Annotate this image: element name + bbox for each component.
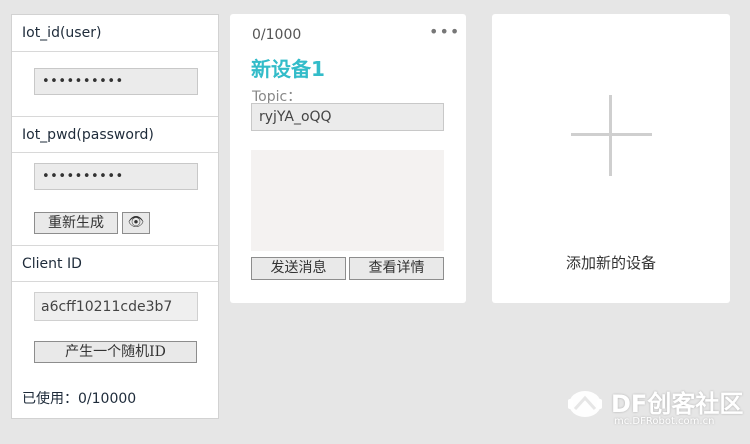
eye-icon: 👁 xyxy=(127,215,145,230)
message-count: 0/1000 xyxy=(252,27,302,43)
iot-pwd-field[interactable]: •••••••••• xyxy=(34,163,198,190)
iot-id-field[interactable]: •••••••••• xyxy=(34,68,198,95)
device-card: 0/1000 ••• 新设备1 Topic： ryjYA_oQQ 发送消息 查看… xyxy=(230,14,466,303)
iot-pwd-label: Iot_pwd(password) xyxy=(12,116,218,153)
dfrobot-logo-icon xyxy=(568,391,602,417)
message-area xyxy=(251,150,444,251)
client-id-label: Client ID xyxy=(12,245,218,282)
watermark-url: mc.DFRobot.com.cn xyxy=(614,416,715,427)
random-id-button[interactable]: 产生一个随机ID xyxy=(34,341,197,363)
add-device-card[interactable]: 添加新的设备 xyxy=(492,14,730,303)
view-details-button[interactable]: 查看详情 xyxy=(349,257,444,280)
credentials-panel: Iot_id(user) •••••••••• Iot_pwd(password… xyxy=(11,14,219,419)
regenerate-button[interactable]: 重新生成 xyxy=(34,212,118,234)
usage-text: 已使用：0/10000 xyxy=(22,391,137,407)
more-icon[interactable]: ••• xyxy=(429,22,460,41)
send-message-button[interactable]: 发送消息 xyxy=(251,257,346,280)
client-id-field[interactable]: a6cff10211cde3b7 xyxy=(34,292,198,321)
show-password-button[interactable]: 👁 xyxy=(122,212,150,234)
watermark-brand: DF创客社区 xyxy=(611,390,744,418)
iot-id-label: Iot_id(user) xyxy=(12,15,218,52)
topic-field[interactable]: ryjYA_oQQ xyxy=(251,103,444,131)
add-device-label: 添加新的设备 xyxy=(565,254,656,272)
device-name: 新设备1 xyxy=(251,57,325,81)
